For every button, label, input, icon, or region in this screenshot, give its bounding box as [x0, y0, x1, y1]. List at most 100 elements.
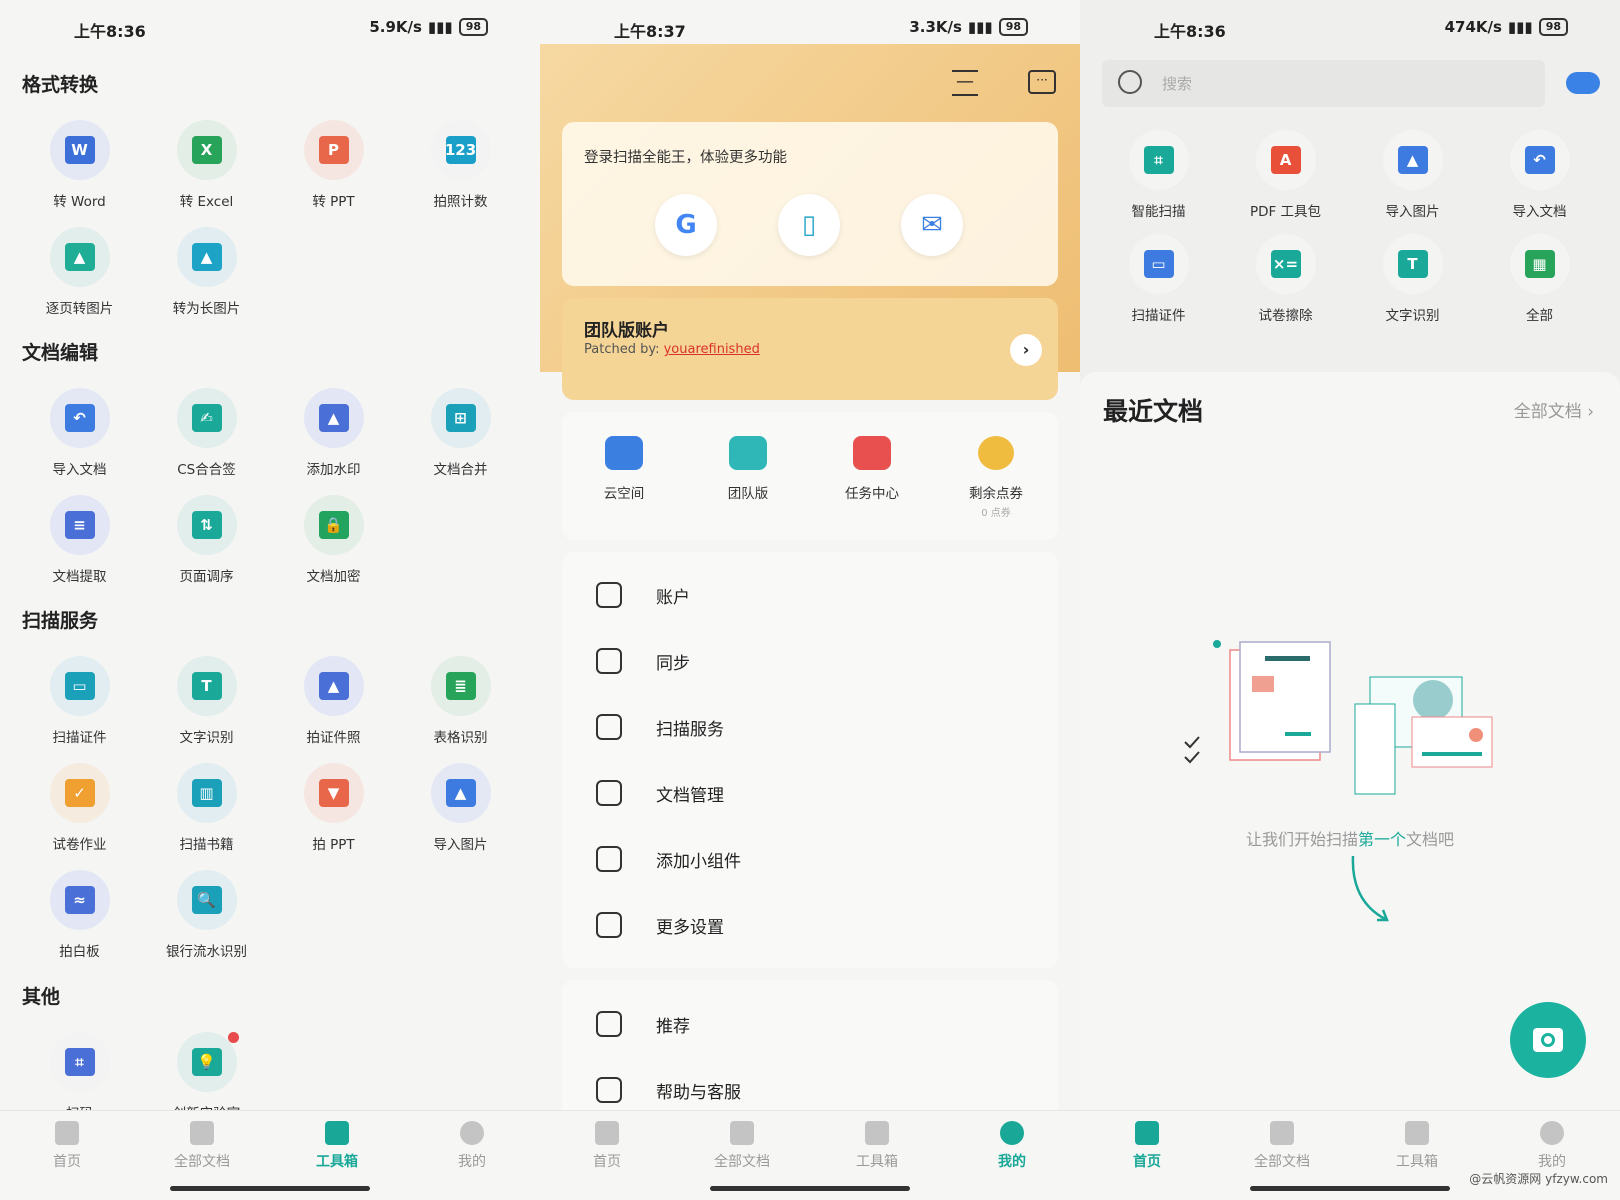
tab-all-docs[interactable]: 全部文档 [152, 1121, 252, 1171]
tool-item[interactable]: ≣ 表格识别 [397, 656, 524, 746]
tool-item[interactable]: T 文字识别 [143, 656, 270, 746]
menu-item[interactable]: 推荐 [596, 1009, 690, 1039]
tool-item[interactable]: A PDF 工具包 [1222, 130, 1349, 220]
tab-home[interactable]: 首页 [17, 1121, 117, 1171]
menu-card [562, 552, 1058, 968]
menu-item[interactable]: 文档管理 [596, 778, 724, 808]
tool-item[interactable]: ▲ 添加水印 [270, 388, 397, 478]
message-icon[interactable]: ··· [1028, 70, 1056, 94]
tool-item[interactable]: ≡ 文档提取 [16, 495, 143, 585]
tool-label: 转 Excel [179, 194, 234, 210]
tab-me[interactable]: 我的 [962, 1121, 1062, 1171]
help-icon [596, 1077, 622, 1103]
menu-item[interactable]: 添加小组件 [596, 844, 741, 874]
book-icon: ▥ [176, 763, 237, 823]
tool-item[interactable]: T 文字识别 [1349, 234, 1476, 324]
tool-label: 添加水印 [306, 462, 361, 478]
quick-action[interactable]: 任务中心 [817, 436, 927, 502]
tool-item[interactable]: ▲ 转为长图片 [143, 227, 270, 317]
tool-item[interactable]: ⊞ 文档合并 [397, 388, 524, 478]
tab-all-docs[interactable]: 全部文档 [692, 1121, 792, 1171]
menu-item[interactable]: 扫描服务 [596, 712, 724, 742]
tool-item[interactable]: ↶ 导入文档 [16, 388, 143, 478]
tab-toolbox[interactable]: 工具箱 [1367, 1121, 1467, 1171]
tool-item[interactable]: ▥ 扫描书籍 [143, 763, 270, 853]
tool-item[interactable]: ↶ 导入文档 [1476, 130, 1603, 220]
tool-item[interactable]: 123 拍照计数 [397, 120, 524, 210]
tool-item[interactable]: ▲ 拍证件照 [270, 656, 397, 746]
all-tools-icon: ▦ [1509, 234, 1570, 294]
tool-item[interactable]: ▼ 拍 PPT [270, 763, 397, 853]
tool-item[interactable]: 🔒 文档加密 [270, 495, 397, 585]
home-icon [1135, 1121, 1159, 1145]
all-docs-link[interactable]: 全部文档 › [1514, 397, 1594, 422]
coupon-count: 0 点券 [981, 508, 1011, 519]
toolbox-icon [865, 1121, 889, 1145]
email-icon[interactable]: ✉ [901, 194, 963, 256]
extract-icon: ≡ [49, 495, 110, 555]
google-icon[interactable]: G [655, 194, 717, 256]
tool-label: 全部 [1526, 308, 1553, 324]
tool-item[interactable]: ▲ 导入图片 [1349, 130, 1476, 220]
tool-label: 页面调序 [179, 569, 234, 585]
scan-icon[interactable]: — [952, 70, 978, 96]
tool-item[interactable]: ▦ 全部 [1476, 234, 1603, 324]
patched-link[interactable]: youarefinished [664, 342, 760, 357]
tool-item[interactable]: W 转 Word [16, 120, 143, 210]
tool-item[interactable]: 🔍 银行流水识别 [143, 870, 270, 960]
section-title: 其他 [22, 986, 61, 1008]
menu-item[interactable]: 帮助与客服 [596, 1075, 741, 1105]
image-pages-icon: ▲ [49, 227, 110, 287]
tool-item[interactable]: ▲ 导入图片 [397, 763, 524, 853]
tool-item[interactable]: ▭ 扫描证件 [1095, 234, 1222, 324]
tab-all-docs[interactable]: 全部文档 [1232, 1121, 1332, 1171]
menu-label: 更多设置 [656, 917, 724, 938]
tool-item[interactable]: X 转 Excel [143, 120, 270, 210]
quick-action[interactable]: 云空间 [569, 436, 679, 502]
tool-item[interactable]: ✍ CS合合签 [143, 388, 270, 478]
tab-me[interactable]: 我的 [1502, 1121, 1602, 1171]
empty-text: 文档吧 [1406, 830, 1455, 849]
tool-item[interactable]: ⌗ 智能扫描 [1095, 130, 1222, 220]
toolbox-screen: 上午8:36 5.9K/s ▮▮▮ 98 格式转换 W 转 Word X 转 Excel P 转… [0, 0, 540, 1200]
tab-label: 工具箱 [1396, 1154, 1438, 1170]
quick-action[interactable]: 团队版 [693, 436, 803, 502]
menu-label: 扫描服务 [656, 719, 724, 740]
chevron-right-icon[interactable]: › [1010, 334, 1042, 366]
search-bar[interactable]: 搜索 [1102, 60, 1545, 107]
menu-item[interactable]: 账户 [596, 580, 690, 610]
login-prompt: 登录扫描全能王，体验更多功能 [584, 150, 787, 166]
patched-label: Patched by: [584, 342, 664, 357]
tool-item[interactable]: ▲ 逐页转图片 [16, 227, 143, 317]
tab-home[interactable]: 首页 [1097, 1121, 1197, 1171]
menu-item[interactable]: 更多设置 [596, 910, 724, 940]
tool-item[interactable]: ≈ 拍白板 [16, 870, 143, 960]
tool-item[interactable]: ✓ 试卷作业 [16, 763, 143, 853]
team-account-card[interactable]: 团队版账户 Patched by: youarefinished › [562, 298, 1058, 400]
cloud-icon[interactable] [1566, 72, 1600, 94]
tool-item[interactable]: ⌗扫码 [16, 1032, 143, 1122]
tab-label: 首页 [53, 1154, 81, 1170]
menu-label: 同步 [656, 653, 690, 674]
search-placeholder: 搜索 [1162, 75, 1193, 93]
quick-action[interactable]: 剩余点券 0 点券 [941, 436, 1051, 519]
tab-me[interactable]: 我的 [422, 1121, 522, 1171]
tool-item[interactable]: P 转 PPT [270, 120, 397, 210]
tab-home[interactable]: 首页 [557, 1121, 657, 1171]
tool-item[interactable]: ▭ 扫描证件 [16, 656, 143, 746]
quick-label: 云空间 [603, 486, 645, 502]
tab-toolbox[interactable]: 工具箱 [827, 1121, 927, 1171]
tool-item[interactable]: 💡创新实验室 [143, 1032, 270, 1122]
camera-button[interactable] [1510, 1002, 1586, 1078]
section-title: 扫描服务 [22, 610, 99, 632]
menu-item[interactable]: 同步 [596, 646, 690, 676]
empty-illustration [1184, 640, 1493, 795]
tool-label: 试卷擦除 [1258, 308, 1313, 324]
tool-item[interactable]: ×= 试卷擦除 [1222, 234, 1349, 324]
tab-toolbox[interactable]: 工具箱 [287, 1121, 387, 1171]
clock: 上午8:36 [1154, 22, 1226, 41]
tab-label: 我的 [458, 1154, 486, 1170]
tool-item[interactable]: ⇅ 页面调序 [143, 495, 270, 585]
phone-icon[interactable]: ▯ [778, 194, 840, 256]
search-icon [1118, 70, 1142, 94]
